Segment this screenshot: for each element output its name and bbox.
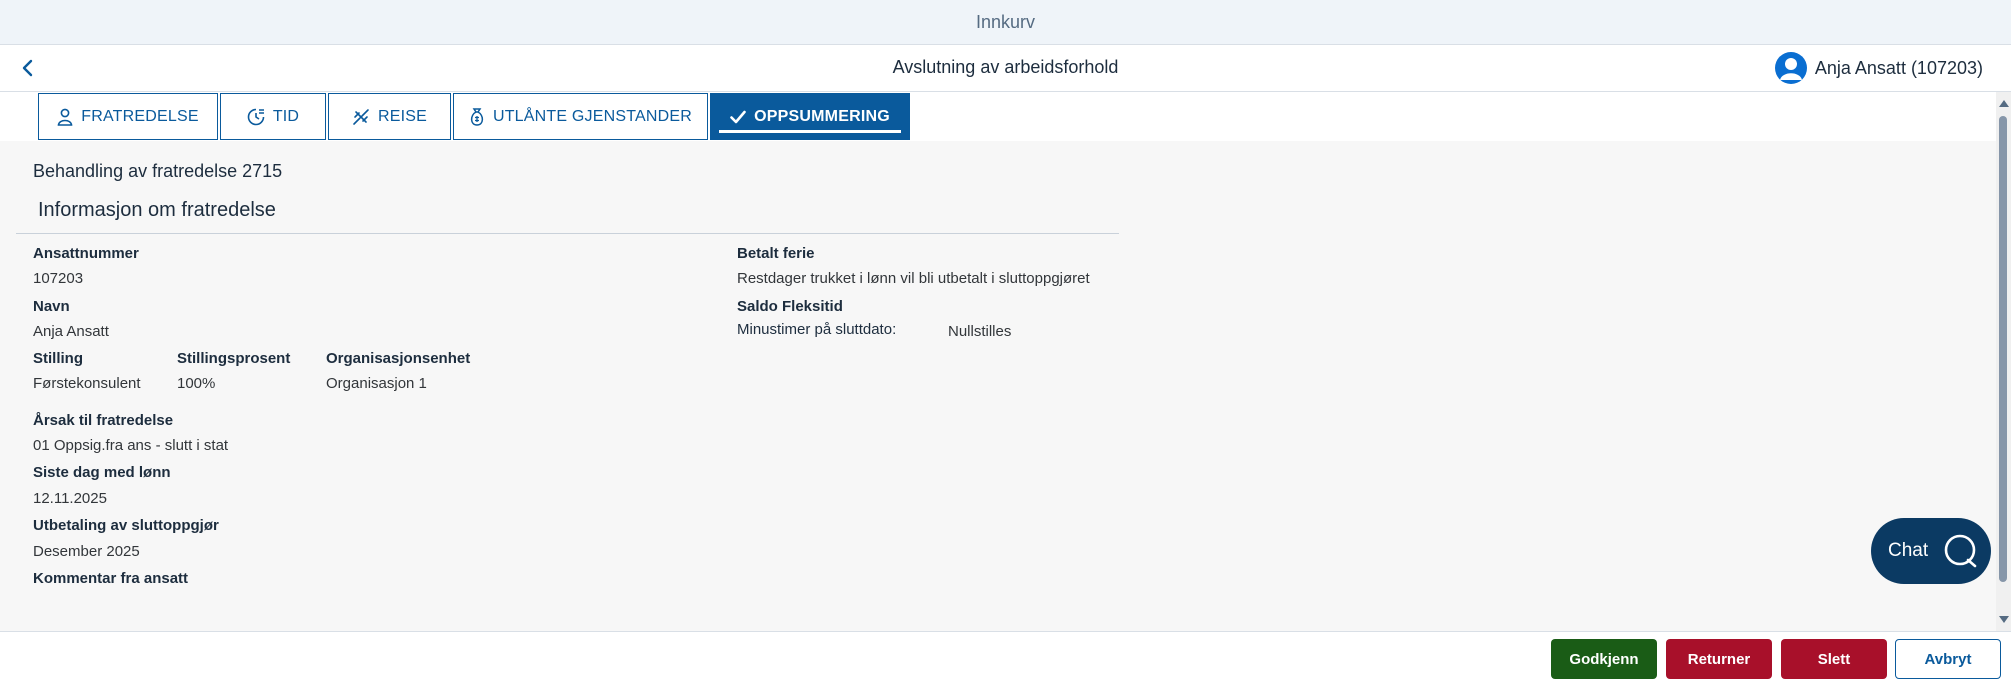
page-header: Avslutning av arbeidsforhold Anja Ansatt…	[0, 45, 2011, 92]
tab-oppsummering[interactable]: OPPSUMMERING	[710, 93, 910, 140]
tab-label: REISE	[377, 107, 427, 125]
utbetaling-label: Utbetaling av sluttoppgjør	[33, 517, 219, 534]
ansattnummer-value: 107203	[33, 270, 84, 287]
shell-title: Innkurv	[975, 11, 1036, 32]
stilling-label: Stilling	[33, 350, 83, 367]
return-button[interactable]: Returner	[1666, 639, 1772, 679]
saldo-fleksitid-label: Saldo Fleksitid	[737, 298, 843, 315]
tab-label: UTLÅNTE GJENSTANDER	[492, 107, 693, 125]
organisasjonsenhet-label: Organisasjonsenhet	[326, 350, 471, 367]
siste-dag-label: Siste dag med lønn	[33, 464, 171, 481]
arsak-value: 01 Oppsig.fra ans - slutt i stat	[33, 437, 229, 454]
navn-label: Navn	[33, 298, 70, 315]
chat-bubble-icon	[1944, 534, 1977, 568]
footer-toolbar: Godkjenn Returner Slett Avbryt	[0, 631, 2011, 684]
utbetaling-value: Desember 2025	[33, 543, 140, 560]
scrollbar[interactable]	[1996, 92, 2011, 631]
minustimer-label: Minustimer på sluttdato:	[737, 321, 897, 338]
siste-dag-value: 12.11.2025	[33, 490, 107, 507]
money-bag-icon	[470, 107, 484, 126]
page-title: Avslutning av arbeidsforhold	[892, 57, 1119, 77]
minustimer-value: Nullstilles	[948, 323, 1012, 340]
tab-utlante-gjenstander[interactable]: UTLÅNTE GJENSTANDER	[453, 93, 708, 140]
summary-content: Behandling av fratredelse 2715 Informasj…	[0, 141, 1996, 631]
scroll-up-icon[interactable]	[1999, 100, 2009, 107]
tab-bar: FRATREDELSE TID REISE UTLÅNTE GJENSTANDE…	[0, 92, 2011, 142]
scroll-down-icon[interactable]	[1999, 616, 2009, 623]
approve-button[interactable]: Godkjenn	[1551, 639, 1657, 679]
delete-button[interactable]: Slett	[1781, 639, 1887, 679]
tab-label: OPPSUMMERING	[754, 107, 890, 125]
tab-label: FRATREDELSE	[81, 107, 199, 125]
checkmark-icon	[730, 110, 746, 123]
stillingsprosent-value: 100%	[177, 375, 216, 392]
section-divider	[16, 233, 1119, 234]
tab-reise[interactable]: REISE	[328, 93, 451, 140]
organisasjonsenhet-value: Organisasjon 1	[326, 375, 427, 392]
scroll-thumb[interactable]	[1999, 116, 2007, 582]
chat-button[interactable]: Chat	[1871, 518, 1991, 584]
stillingsprosent-label: Stillingsprosent	[177, 350, 291, 367]
user-menu[interactable]: Anja Ansatt (107203)	[1774, 52, 1983, 84]
case-title: Behandling av fratredelse 2715	[33, 161, 283, 181]
person-icon	[57, 108, 73, 126]
arsak-label: Årsak til fratredelse	[33, 412, 174, 429]
section-title: Informasjon om fratredelse	[38, 199, 276, 221]
stilling-value: Førstekonsulent	[33, 375, 141, 392]
tab-fratredelse[interactable]: FRATREDELSE	[38, 93, 218, 140]
user-name: Anja Ansatt (107203)	[1814, 57, 1983, 78]
chat-label: Chat	[1888, 540, 1929, 561]
user-icon	[1779, 58, 1802, 80]
clock-icon	[247, 108, 265, 125]
navn-value: Anja Ansatt	[33, 323, 109, 340]
travel-icon	[353, 108, 369, 125]
ansattnummer-label: Ansattnummer	[33, 245, 139, 262]
cancel-button[interactable]: Avbryt	[1895, 639, 2001, 679]
tab-tid[interactable]: TID	[220, 93, 326, 140]
avatar	[1774, 52, 1807, 84]
betalt-ferie-label: Betalt ferie	[737, 245, 815, 262]
shell-bar: Innkurv	[0, 0, 2011, 45]
tab-label: TID	[272, 107, 300, 125]
betalt-ferie-value: Restdager trukket i lønn vil bli utbetal…	[737, 270, 1090, 287]
kommentar-label: Kommentar fra ansatt	[33, 570, 189, 587]
